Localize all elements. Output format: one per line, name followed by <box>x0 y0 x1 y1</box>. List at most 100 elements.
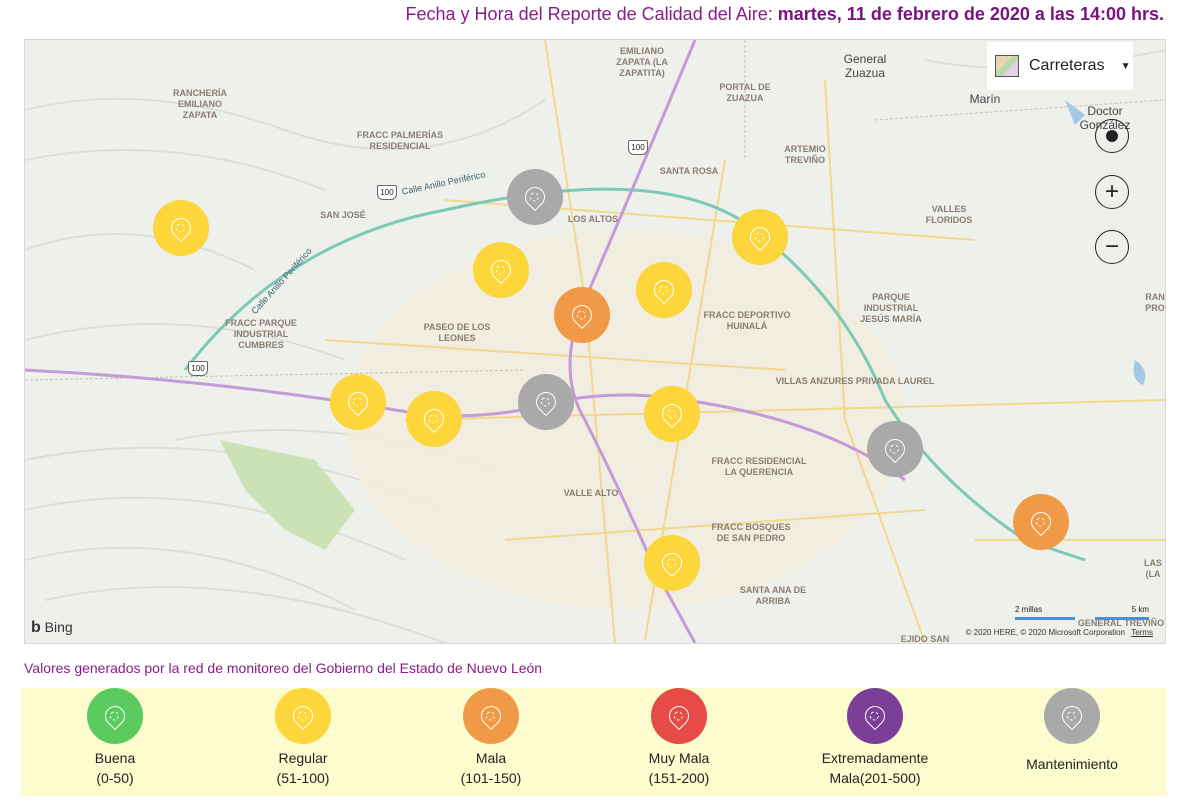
map-style-selector[interactable]: Carreteras ▼ <box>987 42 1133 90</box>
highway-shield-100: 100 <box>628 140 648 155</box>
place-rancheria-emiliano-zapata: RANCHERÍA EMILIANO ZAPATA <box>173 88 227 120</box>
station-marker[interactable] <box>507 169 563 225</box>
location-pin-icon <box>486 255 516 285</box>
place-fracc-deportivo-huinala: FRACC DEPORTIVO HUINALÁ <box>703 310 791 331</box>
highway-shield-100: 100 <box>377 185 397 200</box>
place-general-zuazua: General Zuazua <box>843 52 887 80</box>
station-marker[interactable] <box>153 200 209 256</box>
location-pin-icon <box>476 701 506 731</box>
location-pin-icon <box>419 404 449 434</box>
place-la-querencia: FRACC RESIDENCIAL LA QUERENCIA <box>711 456 807 477</box>
location-pin-icon <box>531 387 561 417</box>
legend-range: (101-150) <box>460 770 522 786</box>
location-pin-icon <box>664 701 694 731</box>
place-san-jose: SAN JOSÉ <box>320 210 366 220</box>
location-pin-icon <box>745 222 775 252</box>
legend-label: Mantenimiento <box>1026 756 1118 772</box>
station-marker[interactable] <box>732 209 788 265</box>
locate-target-icon <box>1106 130 1118 142</box>
location-pin-icon <box>880 434 910 464</box>
legend-swatch <box>463 688 519 744</box>
station-marker[interactable] <box>473 242 529 298</box>
station-marker[interactable] <box>636 262 692 318</box>
legend-swatch <box>1044 688 1100 744</box>
report-header-prefix: Fecha y Hora del Reporte de Calidad del … <box>405 4 773 24</box>
legend-item-muy-mala: Muy Mala (151-200) <box>579 688 779 788</box>
map-icon <box>995 55 1019 77</box>
station-marker[interactable] <box>1013 494 1069 550</box>
minus-icon: − <box>1104 233 1119 260</box>
scale-bar-km <box>1095 617 1149 620</box>
station-marker[interactable] <box>644 535 700 591</box>
place-marin: Marín <box>969 92 1001 106</box>
location-pin-icon <box>343 387 373 417</box>
scale-km: 5 km <box>1131 605 1149 614</box>
location-pin-icon <box>288 701 318 731</box>
place-los-altos: LOS ALTOS <box>567 214 619 224</box>
place-portal-de-zuazua: PORTAL DE ZUAZUA <box>719 82 771 103</box>
locate-me-button[interactable] <box>1095 119 1129 153</box>
map-base-layer <box>25 40 1165 643</box>
legend-item-buena: Buena (0-50) <box>15 688 215 788</box>
legend-range: (51-100) <box>276 770 330 786</box>
report-header: Fecha y Hora del Reporte de Calidad del … <box>406 4 1164 25</box>
legend-swatch <box>847 688 903 744</box>
station-marker[interactable] <box>554 287 610 343</box>
location-pin-icon <box>567 300 597 330</box>
location-pin-icon <box>166 213 196 243</box>
place-parque-industrial-jesus-maria: PARQUE INDUSTRIAL JESÚS MARÍA <box>860 292 922 324</box>
place-villas-anzures: VILLAS ANZURES PRIVADA LAUREL <box>775 376 935 386</box>
legend-range: (0-50) <box>96 770 134 786</box>
place-artemio-trevino: ARTEMIO TREVIÑO <box>784 144 826 165</box>
location-pin-icon <box>1026 507 1056 537</box>
location-pin-icon <box>860 701 890 731</box>
station-marker[interactable] <box>406 391 462 447</box>
station-marker[interactable] <box>330 374 386 430</box>
place-fracc-palmerias: FRACC PALMERÍAS RESIDENCIAL <box>356 130 444 151</box>
place-las-edge: LAS (LA <box>1144 558 1162 579</box>
legend-range: (151-200) <box>648 770 710 786</box>
legend-label: Buena <box>94 750 136 766</box>
legend-swatch <box>87 688 143 744</box>
scale-miles: 2 millas <box>1015 605 1043 614</box>
terms-link[interactable]: Terms <box>1131 628 1153 637</box>
air-quality-map[interactable]: RANCHERÍA EMILIANO ZAPATA EMILIANO ZAPATA (… <box>24 39 1166 644</box>
map-scale: 2 millas 5 km <box>1015 605 1149 623</box>
station-marker[interactable] <box>867 421 923 477</box>
bing-logo: b Bing <box>31 619 73 637</box>
bing-b-icon: b <box>31 619 41 636</box>
map-copyright: © 2020 HERE, © 2020 Microsoft Corporatio… <box>966 628 1153 637</box>
legend-label: Mala <box>475 750 507 766</box>
data-source-note: Valores generados por la red de monitore… <box>24 660 543 676</box>
place-paseo-de-los-leones: PASEO DE LOS LEONES <box>423 322 491 343</box>
location-pin-icon <box>657 548 687 578</box>
air-quality-legend: Buena (0-50) Regular (51-100) Mala (101-… <box>21 688 1167 796</box>
legend-label: Muy Mala <box>648 750 710 766</box>
legend-item-regular: Regular (51-100) <box>203 688 403 788</box>
place-emiliano-zapata: EMILIANO ZAPATA (LA ZAPATITA) <box>616 46 668 78</box>
legend-label: Extremadamente <box>821 750 929 766</box>
station-marker[interactable] <box>518 374 574 430</box>
legend-label: Regular <box>278 750 328 766</box>
location-pin-icon <box>100 701 130 731</box>
place-ejido-san: EJIDO SAN <box>900 634 950 644</box>
zoom-out-button[interactable]: − <box>1095 230 1129 264</box>
place-bosques-de-san-pedro: FRACC BOSQUES DE SAN PEDRO <box>711 522 791 543</box>
copyright-text: © 2020 HERE, © 2020 Microsoft Corporatio… <box>965 628 1125 637</box>
station-marker[interactable] <box>644 386 700 442</box>
legend-item-extremadamente-mala: Extremadamente Mala(201-500) <box>775 688 975 788</box>
zoom-in-button[interactable]: + <box>1095 175 1129 209</box>
place-valle-alto: VALLE ALTO <box>563 488 619 498</box>
place-parque-industrial-cumbres: FRACC PARQUE INDUSTRIAL CUMBRES <box>225 318 297 350</box>
plus-icon: + <box>1104 178 1119 205</box>
legend-item-mala: Mala (101-150) <box>391 688 591 788</box>
location-pin-icon <box>1057 701 1087 731</box>
bing-label: Bing <box>44 619 73 635</box>
legend-item-mantenimiento: Mantenimiento <box>972 688 1172 774</box>
highway-shield-100: 100 <box>188 361 208 376</box>
location-pin-icon <box>657 399 687 429</box>
location-pin-icon <box>649 275 679 305</box>
legend-swatch <box>651 688 707 744</box>
place-santa-ana-de-arriba: SANTA ANA DE ARRIBA <box>739 585 807 606</box>
legend-range: Mala(201-500) <box>829 770 921 786</box>
